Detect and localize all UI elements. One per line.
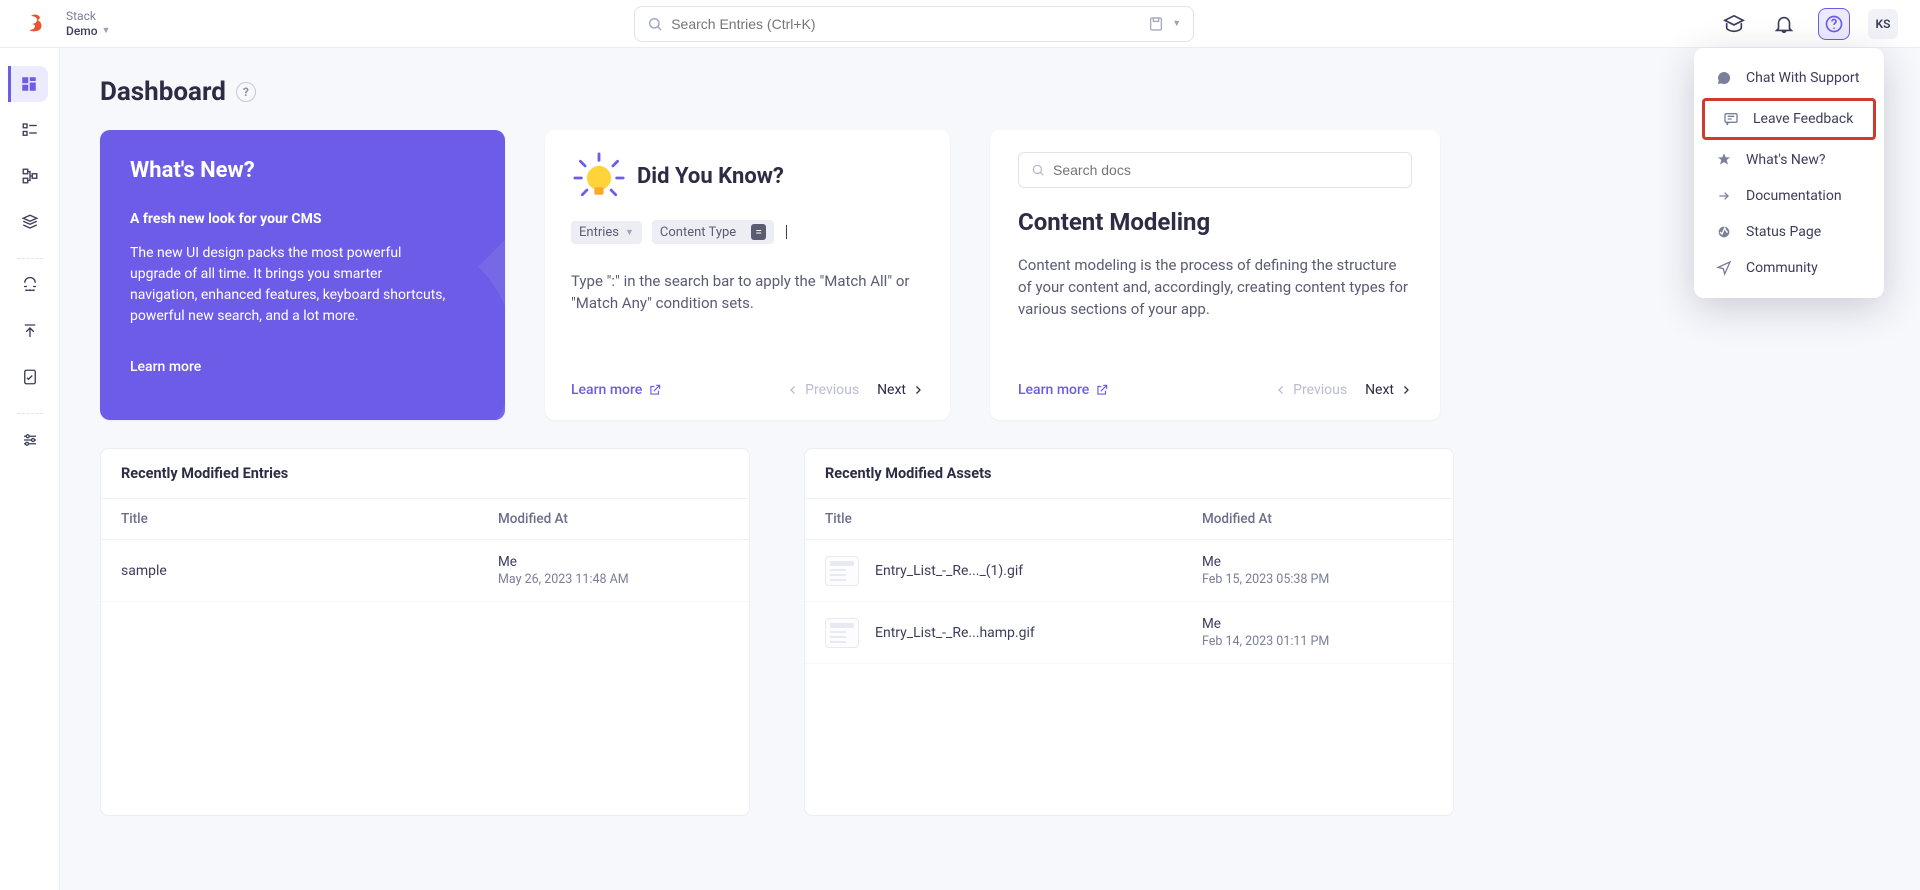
entry-title: sample bbox=[121, 563, 167, 579]
nav-settings[interactable] bbox=[12, 422, 48, 458]
help-whats-new[interactable]: What's New? bbox=[1698, 142, 1880, 178]
assets-col-title: Title bbox=[825, 511, 1202, 527]
send-icon bbox=[1716, 260, 1732, 276]
stack-selector[interactable]: Stack Demo ▼ bbox=[66, 9, 110, 39]
search-input[interactable] bbox=[671, 16, 1140, 32]
asset-thumb-icon bbox=[825, 556, 859, 586]
left-nav bbox=[0, 48, 60, 890]
whats-new-title: What's New? bbox=[130, 158, 475, 183]
docs-body: Content modeling is the process of defin… bbox=[1018, 254, 1412, 368]
assets-row[interactable]: Entry_List_-_Re..._(1).gif Me Feb 15, 20… bbox=[805, 540, 1453, 602]
chevron-right-icon bbox=[1400, 384, 1412, 396]
search-chevron-down-icon[interactable]: ▼ bbox=[1172, 18, 1181, 29]
topbar: Stack Demo ▼ ▼ KS bbox=[0, 0, 1920, 48]
asset-mod-date: Feb 14, 2023 01:11 PM bbox=[1202, 634, 1433, 649]
help-community[interactable]: Community bbox=[1698, 250, 1880, 286]
assets-row[interactable]: Entry_List_-_Re...hamp.gif Me Feb 14, 20… bbox=[805, 602, 1453, 664]
help-status-page[interactable]: Status Page bbox=[1698, 214, 1880, 250]
help-icon[interactable] bbox=[1818, 8, 1850, 40]
asset-thumb-icon bbox=[825, 618, 859, 648]
global-search[interactable]: ▼ bbox=[634, 6, 1194, 42]
external-link-icon bbox=[648, 383, 662, 397]
entries-col-mod: Modified At bbox=[498, 511, 729, 527]
entry-mod-by: Me bbox=[498, 554, 729, 570]
external-link-icon bbox=[1095, 383, 1109, 397]
chip-entries: Entries▼ bbox=[571, 221, 642, 244]
chat-icon bbox=[1716, 70, 1732, 86]
user-avatar[interactable]: KS bbox=[1868, 9, 1898, 39]
chevron-left-icon bbox=[787, 384, 799, 396]
search-icon bbox=[1031, 163, 1045, 177]
entries-col-title: Title bbox=[121, 511, 498, 527]
nav-publish-queue[interactable] bbox=[12, 267, 48, 303]
nav-assets[interactable] bbox=[12, 204, 48, 240]
dyk-prev-button[interactable]: Previous bbox=[787, 382, 859, 398]
assets-panel-title: Recently Modified Assets bbox=[805, 449, 1453, 499]
dyk-next-button[interactable]: Next bbox=[877, 382, 924, 398]
help-documentation[interactable]: Documentation bbox=[1698, 178, 1880, 214]
entries-panel-title: Recently Modified Entries bbox=[101, 449, 749, 499]
dyk-learn-more[interactable]: Learn more bbox=[571, 382, 662, 398]
star-icon bbox=[1716, 152, 1732, 168]
entries-row[interactable]: sample Me May 26, 2023 11:48 AM bbox=[101, 540, 749, 602]
chevron-left-icon bbox=[1275, 384, 1287, 396]
chevron-down-icon: ▼ bbox=[102, 24, 111, 39]
help-chat-support[interactable]: Chat With Support bbox=[1698, 60, 1880, 96]
docs-next-button[interactable]: Next bbox=[1365, 382, 1412, 398]
card-docs: Content Modeling Content modeling is the… bbox=[990, 130, 1440, 420]
nav-dashboard[interactable] bbox=[8, 66, 48, 102]
notifications-icon[interactable] bbox=[1768, 8, 1800, 40]
card-did-you-know: Did You Know? Entries▼ Content Type = Ty… bbox=[545, 130, 950, 420]
page-title: Dashboard bbox=[100, 77, 226, 107]
lightbulb-icon bbox=[571, 152, 619, 200]
whats-new-learn-more[interactable]: Learn more bbox=[130, 359, 475, 375]
chip-content-type: Content Type = bbox=[652, 220, 774, 244]
main-content: Dashboard ? i What's New? A fresh new lo… bbox=[60, 48, 1920, 890]
did-you-know-title: Did You Know? bbox=[637, 164, 784, 189]
nav-entries[interactable] bbox=[12, 112, 48, 148]
stack-name: Demo bbox=[66, 24, 98, 39]
stack-label: Stack bbox=[66, 9, 110, 24]
whats-new-subtitle: A fresh new look for your CMS bbox=[130, 211, 475, 227]
asset-mod-date: Feb 15, 2023 05:38 PM bbox=[1202, 572, 1433, 587]
save-search-icon[interactable] bbox=[1148, 16, 1164, 32]
learning-icon[interactable] bbox=[1718, 8, 1750, 40]
text-cursor bbox=[786, 225, 787, 239]
docs-learn-more[interactable]: Learn more bbox=[1018, 382, 1109, 398]
status-icon bbox=[1716, 224, 1732, 240]
asset-title: Entry_List_-_Re..._(1).gif bbox=[875, 563, 1023, 579]
search-icon bbox=[647, 16, 663, 32]
docs-prev-button[interactable]: Previous bbox=[1275, 382, 1347, 398]
help-menu: Chat With Support Leave Feedback What's … bbox=[1694, 48, 1884, 298]
docs-search-input[interactable] bbox=[1053, 162, 1399, 178]
nav-releases[interactable] bbox=[12, 313, 48, 349]
whats-new-body: The new UI design packs the most powerfu… bbox=[130, 243, 450, 327]
docs-search[interactable] bbox=[1018, 152, 1412, 188]
app-logo[interactable] bbox=[22, 11, 48, 37]
card-whats-new: What's New? A fresh new look for your CM… bbox=[100, 130, 505, 420]
feedback-icon bbox=[1723, 111, 1739, 127]
panel-recent-assets: Recently Modified Assets Title Modified … bbox=[804, 448, 1454, 816]
nav-tasks[interactable] bbox=[12, 359, 48, 395]
entry-mod-date: May 26, 2023 11:48 AM bbox=[498, 572, 729, 587]
help-leave-feedback[interactable]: Leave Feedback bbox=[1702, 98, 1876, 140]
asset-mod-by: Me bbox=[1202, 554, 1433, 570]
nav-content-types[interactable] bbox=[12, 158, 48, 194]
chevron-right-icon bbox=[912, 384, 924, 396]
asset-title: Entry_List_-_Re...hamp.gif bbox=[875, 625, 1035, 641]
arrow-right-icon bbox=[1716, 188, 1732, 204]
page-help-icon[interactable]: ? bbox=[236, 82, 256, 102]
did-you-know-body: Type ":" in the search bar to apply the … bbox=[571, 270, 924, 368]
panel-recent-entries: Recently Modified Entries Title Modified… bbox=[100, 448, 750, 816]
asset-mod-by: Me bbox=[1202, 616, 1433, 632]
assets-col-mod: Modified At bbox=[1202, 511, 1433, 527]
docs-title: Content Modeling bbox=[1018, 208, 1412, 236]
